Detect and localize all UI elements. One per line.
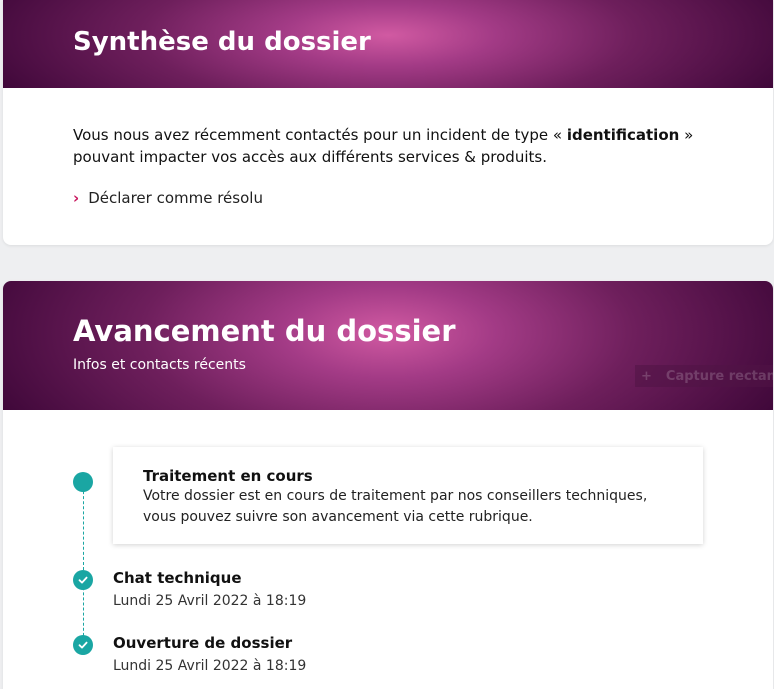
watermark-label: Capture rectangulaire <box>665 368 773 384</box>
capture-watermark: + Capture rectangulaire <box>635 365 773 387</box>
step-date: Lundi 25 Avril 2022 à 18:19 <box>113 593 307 609</box>
current-step-dot <box>73 472 93 492</box>
step-date: Lundi 25 Avril 2022 à 18:19 <box>113 658 307 674</box>
incident-type: identification <box>566 126 680 144</box>
current-step-card: Traitement en cours Votre dossier est en… <box>113 447 703 544</box>
timeline-step: Ouverture de dossier Lundi 25 Avril 2022… <box>113 633 306 676</box>
current-step-description: Votre dossier est en cours de traitement… <box>143 488 648 525</box>
synthese-summary: Vous nous avez récemment contactés pour … <box>73 124 713 168</box>
check-icon <box>73 570 93 590</box>
avancement-subtitle: Infos et contacts récents <box>73 357 246 373</box>
summary-text-before: Vous nous avez récemment contactés pour … <box>73 126 567 144</box>
declare-resolved-link[interactable]: › Déclarer comme résolu <box>73 189 263 207</box>
avancement-title: Avancement du dossier <box>73 314 456 348</box>
avancement-card: Avancement du dossier Infos et contacts … <box>3 281 773 689</box>
chevron-right-icon: › <box>73 189 80 207</box>
avancement-banner: Avancement du dossier Infos et contacts … <box>3 281 773 410</box>
current-step-title: Traitement en cours <box>143 467 313 485</box>
step-title: Chat technique <box>113 569 242 587</box>
timeline-line <box>83 481 84 651</box>
check-icon <box>73 635 93 655</box>
synthese-card: Synthèse du dossier Vous nous avez récem… <box>3 0 773 245</box>
timeline-step: Chat technique Lundi 25 Avril 2022 à 18:… <box>113 568 306 611</box>
synthese-title: Synthèse du dossier <box>73 27 371 57</box>
declare-resolved-label: Déclarer comme résolu <box>88 189 263 207</box>
step-title: Ouverture de dossier <box>113 634 293 652</box>
synthese-banner: Synthèse du dossier <box>3 0 773 88</box>
plus-icon: + <box>641 368 652 384</box>
